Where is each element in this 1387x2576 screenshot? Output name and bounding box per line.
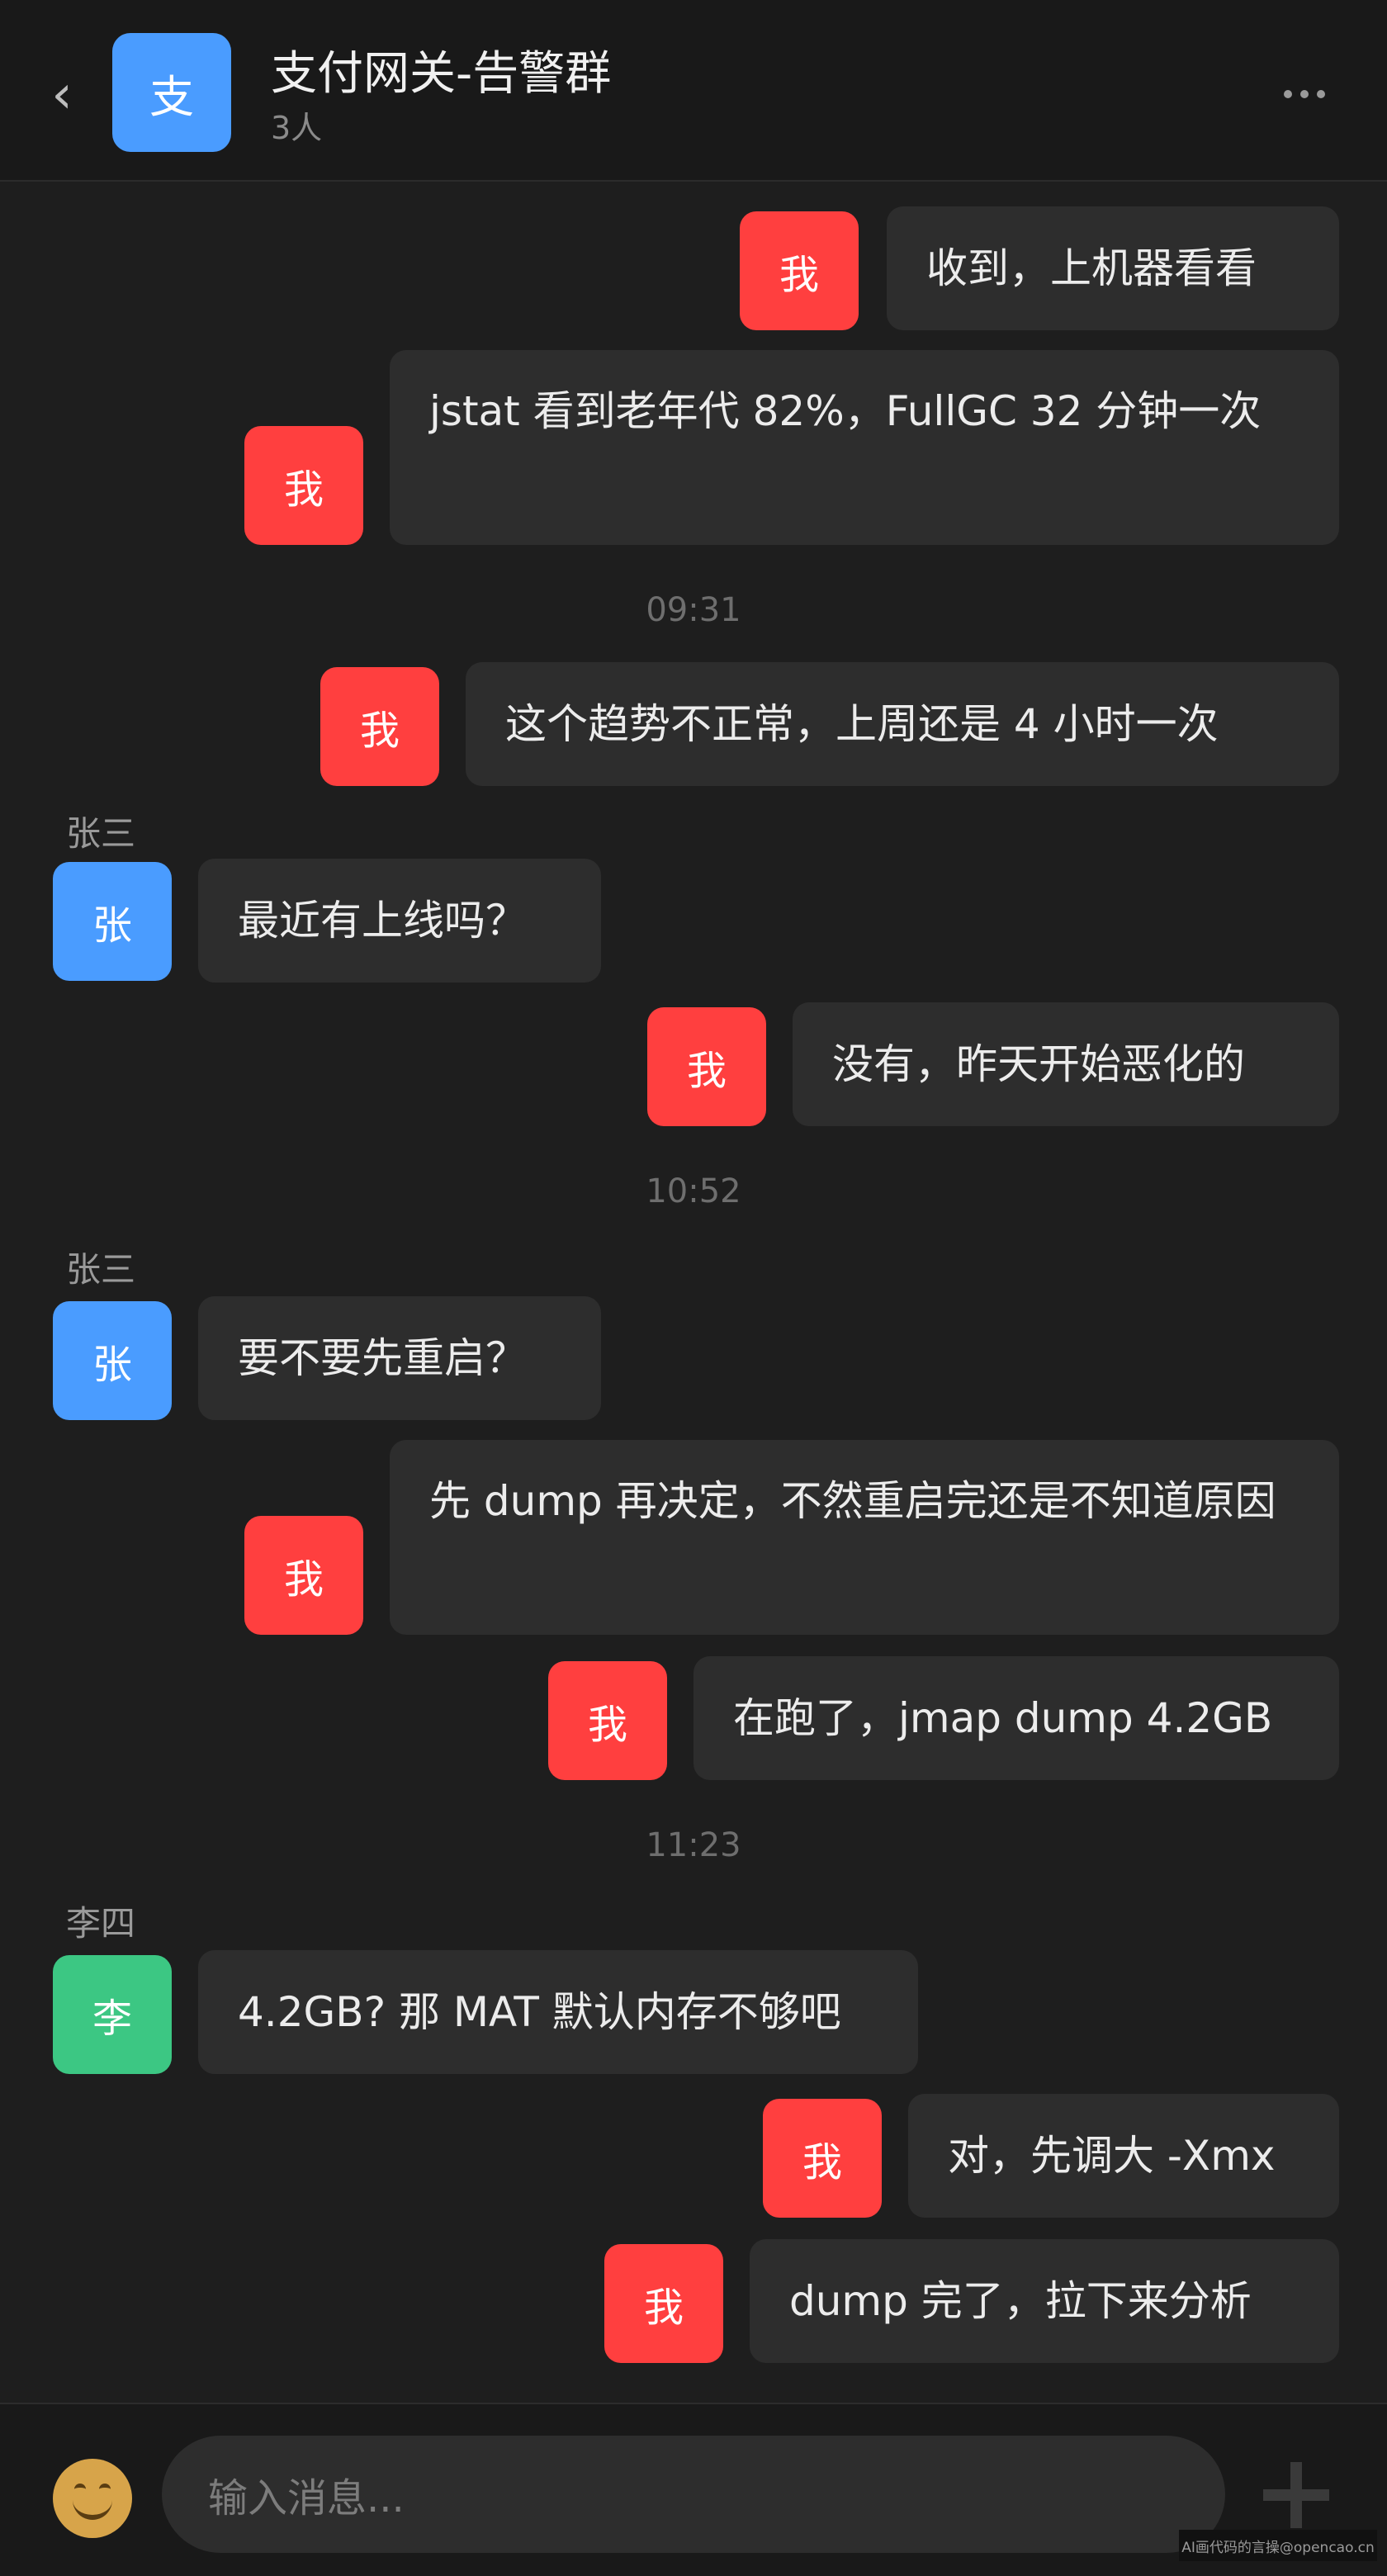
message-text: 收到，上机器看看 <box>926 244 1257 292</box>
message-text: 4.2GB? 那 MAT 默认内存不够吧 <box>238 1988 841 2036</box>
emoji-smile-icon <box>99 2484 111 2492</box>
timestamp: 09:31 <box>646 591 741 629</box>
message-bubble[interactable]: 最近有上线吗？ <box>198 859 601 983</box>
group-title: 支付网关-告警群 <box>271 47 612 101</box>
message-text: 先 dump 再决定，不然重启完还是不知道原因 <box>429 1477 1276 1525</box>
avatar[interactable]: 我 <box>548 1661 667 1780</box>
member-count: 3人 <box>271 110 323 146</box>
more-button[interactable] <box>1271 69 1337 119</box>
avatar[interactable]: 我 <box>647 1007 766 1126</box>
message-bubble[interactable]: jstat 看到老年代 82%，FullGC 32 分钟一次 <box>390 350 1339 545</box>
message-text: 要不要先重启？ <box>238 1334 527 1382</box>
message-text: 这个趋势不正常，上周还是 4 小时一次 <box>505 700 1219 748</box>
more-horizontal-icon <box>1284 90 1292 98</box>
watermark: AI画代码的言操@opencao.cn <box>1179 2530 1377 2561</box>
avatar[interactable]: 张 <box>53 862 172 981</box>
avatar[interactable]: 李 <box>53 1955 172 2074</box>
emoji-button[interactable] <box>53 2459 132 2538</box>
avatar[interactable]: 我 <box>244 1516 363 1635</box>
message-bubble[interactable]: 要不要先重启？ <box>198 1296 601 1420</box>
message-bubble[interactable]: 这个趋势不正常，上周还是 4 小时一次 <box>466 662 1339 786</box>
sender-name: 张三 <box>66 813 136 854</box>
message-bubble[interactable]: 先 dump 再决定，不然重启完还是不知道原因 <box>390 1440 1339 1635</box>
avatar[interactable]: 我 <box>604 2244 723 2363</box>
avatar[interactable]: 我 <box>740 211 859 330</box>
message-bubble[interactable]: 在跑了，jmap dump 4.2GB <box>694 1656 1339 1780</box>
input-placeholder: 输入消息... <box>208 2475 405 2522</box>
avatar[interactable]: 我 <box>244 426 363 545</box>
message-text: 最近有上线吗？ <box>238 897 527 945</box>
message-bubble[interactable]: dump 完了，拉下来分析 <box>750 2239 1339 2363</box>
message-bubble[interactable]: 4.2GB? 那 MAT 默认内存不够吧 <box>198 1950 918 2074</box>
group-avatar-char: 支 <box>149 70 194 123</box>
message-text: 在跑了，jmap dump 4.2GB <box>733 1694 1273 1742</box>
sender-name: 李四 <box>66 1903 136 1944</box>
more-horizontal-icon <box>1300 90 1309 98</box>
message-bubble[interactable]: 没有，昨天开始恶化的 <box>793 1002 1339 1126</box>
plus-icon <box>1290 2462 1302 2528</box>
message-input[interactable]: 输入消息... <box>162 2436 1225 2553</box>
group-avatar[interactable]: 支 <box>112 33 231 152</box>
emoji-smile-icon <box>73 2500 112 2520</box>
avatar[interactable]: 我 <box>320 667 439 786</box>
message-text: jstat 看到老年代 82%，FullGC 32 分钟一次 <box>429 387 1262 435</box>
plus-button[interactable] <box>1255 2454 1337 2536</box>
message-text: 没有，昨天开始恶化的 <box>832 1040 1245 1088</box>
message-bubble[interactable]: 对，先调大 -Xmx <box>908 2094 1339 2218</box>
timestamp: 10:52 <box>646 1172 741 1210</box>
chat-header: ‹ 支 支付网关-告警群 3人 <box>0 0 1387 182</box>
sender-name: 张三 <box>66 1249 136 1290</box>
back-button[interactable]: ‹ <box>33 58 91 132</box>
avatar[interactable]: 我 <box>763 2099 882 2218</box>
message-text: dump 完了，拉下来分析 <box>789 2277 1252 2325</box>
chevron-left-icon: ‹ <box>51 64 73 125</box>
emoji-smile-icon <box>74 2484 86 2492</box>
avatar[interactable]: 张 <box>53 1301 172 1420</box>
timestamp: 11:23 <box>646 1826 741 1864</box>
chat-page: ‹ 支 支付网关-告警群 3人 我 收到，上机器看看 我 jstat 看到老年代… <box>0 0 1387 2576</box>
message-bubble[interactable]: 收到，上机器看看 <box>887 206 1339 330</box>
more-horizontal-icon <box>1317 90 1325 98</box>
message-text: 对，先调大 -Xmx <box>948 2132 1276 2180</box>
